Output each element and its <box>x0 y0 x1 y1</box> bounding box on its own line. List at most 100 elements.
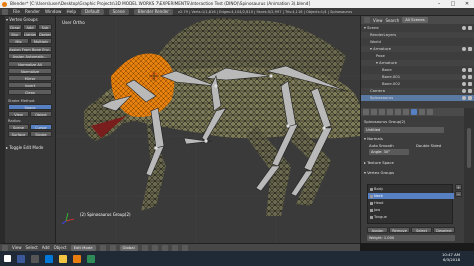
snap-icon[interactable] <box>181 244 188 251</box>
sub-button[interactable]: Sub <box>38 24 52 30</box>
object-tab-icon[interactable] <box>387 109 393 115</box>
outliner-row-selected[interactable]: Spinosaurus <box>361 95 474 101</box>
tool-tab-strip[interactable] <box>0 16 5 243</box>
auto-smooth-checkbox[interactable]: Auto Smooth <box>369 143 394 148</box>
eye-icon[interactable] <box>462 26 466 30</box>
vertex-select-icon[interactable] <box>141 244 148 251</box>
scene-select[interactable]: Scene <box>108 8 129 15</box>
outliner-row[interactable]: ▾ Armature <box>361 46 474 52</box>
mix-button[interactable]: Mix <box>8 38 29 44</box>
edge-icon[interactable] <box>45 254 53 263</box>
outliner-menu-search[interactable]: Search <box>386 18 400 23</box>
render-icon[interactable] <box>468 96 472 100</box>
menu-object[interactable]: Object <box>54 245 67 250</box>
panel-header-toggle-edit[interactable]: ▸ Toggle Edit Mode <box>6 145 43 151</box>
normals-panel-header[interactable]: ▾ Normals <box>364 136 383 141</box>
object-button[interactable]: Object <box>30 111 52 117</box>
pivot-point-icon[interactable] <box>109 244 116 251</box>
eye-icon[interactable] <box>462 47 466 51</box>
scene-tab-icon[interactable] <box>371 109 377 115</box>
clean-button[interactable]: Clean <box>8 89 52 95</box>
outliner-menu-view[interactable]: View <box>373 18 383 23</box>
select-button[interactable]: Select <box>411 227 432 233</box>
surface-button[interactable]: Surface <box>8 131 29 137</box>
stroke-method-select[interactable]: Space <box>8 104 52 110</box>
outliner[interactable]: View Search All Scenes ▾ Scene RenderLay… <box>360 16 474 108</box>
view-button[interactable]: View <box>8 111 29 117</box>
render-icon[interactable] <box>468 89 472 93</box>
system-tray-clock[interactable]: 10:47 AM 6/3/2018 <box>442 252 460 262</box>
store-icon[interactable] <box>87 254 95 263</box>
blender-taskbar-icon[interactable] <box>73 254 81 263</box>
search-icon[interactable] <box>17 254 25 263</box>
material-tab-icon[interactable] <box>419 109 425 115</box>
3d-viewport[interactable] <box>56 16 360 243</box>
scene-render[interactable] <box>56 16 360 243</box>
properties-scrollbar[interactable] <box>464 108 474 243</box>
texture-space-panel-header[interactable]: ▸ Texture Space <box>364 160 394 165</box>
invert-button[interactable]: Invert <box>8 82 52 88</box>
vertex-group-item[interactable]: Tongue <box>368 214 454 220</box>
outliner-row[interactable]: ▾ Armature <box>361 60 474 66</box>
layout-select[interactable]: Default <box>81 8 104 15</box>
mode-select[interactable]: Edit Mode <box>70 244 96 251</box>
proportional-edit-icon[interactable] <box>171 244 178 251</box>
weight-field[interactable]: Weight: 1.000 <box>367 235 455 241</box>
panel-header-vertex-groups[interactable]: ▾ Vertex Groups <box>6 17 38 23</box>
world-tab-icon[interactable] <box>379 109 385 115</box>
properties-editor[interactable]: Spinosaurus Group(2) Untitled ▾ Normals … <box>360 108 464 243</box>
outliner-row[interactable]: Pose <box>361 53 474 59</box>
outliner-row[interactable]: Bone <box>361 67 474 73</box>
assign-from-bone-envelopes-button[interactable]: Assign From Bone Env... <box>8 46 52 52</box>
texture-tab-icon[interactable] <box>427 109 433 115</box>
editor-type-icon[interactable] <box>2 8 8 15</box>
modifiers-tab-icon[interactable] <box>403 109 409 115</box>
assign-button[interactable]: Assign <box>367 227 388 233</box>
multiply-button[interactable]: Multiply <box>30 38 52 44</box>
darken-button[interactable]: Darken <box>38 31 52 37</box>
render-icon[interactable] <box>468 26 472 30</box>
deselect-button[interactable]: Deselect <box>433 227 455 233</box>
constraints-tab-icon[interactable] <box>395 109 401 115</box>
lighten-button[interactable]: Lighten <box>23 31 37 37</box>
vertex-group-item[interactable]: Body <box>368 186 454 192</box>
menu-add[interactable]: Add <box>42 245 50 250</box>
viewport-shading-icon[interactable] <box>99 244 106 251</box>
minimize-button[interactable]: – <box>432 0 446 8</box>
outliner-row[interactable]: RenderLayers <box>361 32 474 38</box>
render-engine-select[interactable]: Blender Render <box>133 8 173 15</box>
blur-button[interactable]: Blur <box>8 31 22 37</box>
outliner-row[interactable]: Bone.002 <box>361 81 474 87</box>
start-icon[interactable] <box>4 255 11 262</box>
mesh-name-field[interactable]: Untitled <box>364 127 444 133</box>
render-icon[interactable] <box>468 47 472 51</box>
normalize-button[interactable]: Normalize <box>8 68 52 74</box>
eye-icon[interactable] <box>462 68 466 72</box>
render-tab-icon[interactable] <box>363 109 369 115</box>
scrollbar-thumb[interactable] <box>467 128 471 168</box>
outliner-row[interactable]: Bone.001 <box>361 74 474 80</box>
edge-select-icon[interactable] <box>151 244 158 251</box>
normalize-all-button[interactable]: Normalize All <box>8 61 52 67</box>
menu-select[interactable]: Select <box>26 245 38 250</box>
editor-type-icon[interactable] <box>364 17 370 23</box>
scene-button[interactable]: Scene <box>8 124 29 130</box>
eye-icon[interactable] <box>462 82 466 86</box>
outliner-row[interactable]: ▾ Scene <box>361 25 474 31</box>
mirror-button[interactable]: Mirror <box>8 75 52 81</box>
remove-button[interactable]: Remove <box>389 227 410 233</box>
render-icon[interactable] <box>468 75 472 79</box>
menu-render[interactable]: Render <box>25 9 40 14</box>
stroke-button[interactable]: Stroke <box>30 131 52 137</box>
eye-icon[interactable] <box>462 75 466 79</box>
menu-view[interactable]: View <box>12 245 22 250</box>
editor-type-icon[interactable] <box>2 244 8 251</box>
maximize-button[interactable]: □ <box>446 0 460 8</box>
vertex-group-item[interactable]: Head <box>368 200 454 206</box>
double-sided-checkbox[interactable]: Double Sided <box>416 143 441 148</box>
outliner-row[interactable]: World <box>361 39 474 45</box>
transform-orientation-select[interactable]: Global <box>119 244 138 251</box>
auto-smooth-angle-field[interactable]: Angle: 30° <box>369 149 409 155</box>
file-explorer-icon[interactable] <box>59 254 67 263</box>
vertex-group-item-selected[interactable]: Neck <box>368 193 454 199</box>
